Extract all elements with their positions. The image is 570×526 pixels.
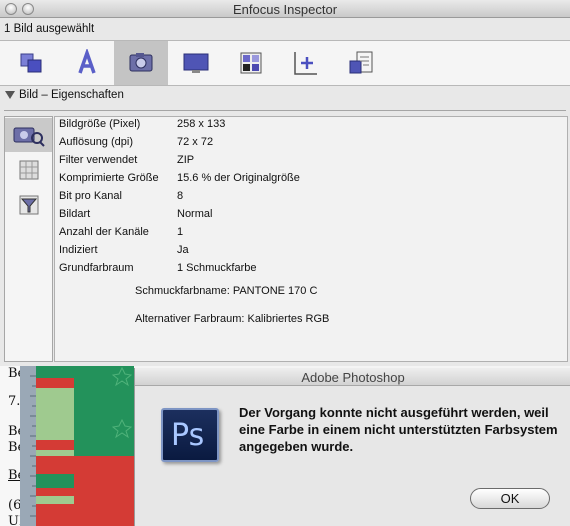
property-value: 8: [177, 190, 184, 202]
property-row: Auflösung (dpi) 72 x 72: [55, 135, 555, 153]
colors-icon: [240, 52, 262, 74]
property-row: Filter verwendet ZIP: [55, 153, 555, 171]
image-icon: [129, 53, 153, 72]
image-filter-icon: [19, 195, 38, 215]
side-tab-resolution[interactable]: [5, 153, 52, 187]
property-row: Komprimierte Größe 15.6 % der Originalgr…: [55, 171, 555, 189]
property-value: 258 x 133: [177, 118, 226, 130]
property-row: Grundfarbraum 1 Schmuckfarbe: [55, 261, 555, 279]
property-label: Auflösung (dpi): [59, 136, 133, 148]
property-row: Bildart Normal: [55, 207, 555, 225]
tab-prepress[interactable]: [334, 41, 388, 85]
document-icon: [183, 53, 209, 73]
dialog-titlebar[interactable]: Adobe Photoshop: [135, 368, 570, 386]
ruler-ticks: [30, 375, 36, 517]
tab-image[interactable]: [114, 41, 168, 85]
ok-button[interactable]: OK: [470, 488, 550, 509]
property-label: Bildart: [59, 208, 91, 220]
property-row: Bildgröße (Pixel) 258 x 133: [55, 117, 555, 135]
property-label: Grundfarbraum: [59, 262, 134, 274]
image-resolution-icon: [19, 160, 38, 180]
property-value: 1 Schmuckfarbe: [177, 262, 257, 274]
alert-dialog: Adobe Photoshop Ps Der Vorgang konnte ni…: [134, 368, 570, 526]
property-value: Ja: [177, 244, 189, 256]
property-value: 72 x 72: [177, 136, 214, 148]
position-icon: [294, 52, 317, 75]
side-tab-bar: [4, 116, 53, 362]
property-row: Indiziert Ja: [55, 243, 555, 261]
doc-line: 7.: [8, 394, 21, 409]
artwork-graphic: [36, 366, 134, 526]
dialog-message: Der Vorgang konnte nicht ausgeführt werd…: [239, 405, 558, 454]
property-value: Normal: [177, 208, 213, 220]
prepress-icon: [349, 51, 373, 74]
property-value: 15.6 % der Originalgröße: [177, 172, 300, 184]
properties-panel: Bildgröße (Pixel) 258 x 133 Auflösung (d…: [54, 116, 568, 362]
text-icon: [78, 49, 96, 74]
alternative-color-space: Alternativer Farbraum: Kalibriertes RGB: [135, 313, 330, 325]
property-label: Bildgröße (Pixel): [59, 118, 141, 130]
tab-text[interactable]: [60, 41, 114, 85]
app-icon-label: Ps: [171, 418, 205, 453]
section-header[interactable]: Bild – Eigenschaften: [0, 87, 570, 109]
tab-document[interactable]: [169, 41, 223, 85]
side-tab-properties[interactable]: [5, 118, 52, 152]
property-label: Filter verwendet: [59, 154, 138, 166]
property-value: ZIP: [177, 154, 195, 166]
side-tab-filter[interactable]: [5, 188, 52, 222]
property-value: 1: [177, 226, 184, 238]
property-label: Indiziert: [59, 244, 98, 256]
divider: [4, 110, 566, 111]
tab-objects[interactable]: [4, 41, 58, 85]
objects-icon: [20, 53, 42, 73]
image-properties-icon: [13, 127, 45, 147]
spot-color-name: Schmuckfarbname: PANTONE 170 C: [135, 285, 318, 297]
photoshop-app-icon: Ps: [161, 408, 219, 462]
property-label: Anzahl der Kanäle: [59, 226, 149, 238]
inspector-titlebar[interactable]: Enfocus Inspector: [0, 0, 570, 18]
window-title: Enfocus Inspector: [232, 2, 338, 17]
disclosure-triangle-icon[interactable]: [5, 91, 15, 99]
property-label: Komprimierte Größe: [59, 172, 159, 184]
selection-count: 1 Bild ausgewählt: [4, 23, 95, 35]
artwork-image[interactable]: [36, 366, 134, 526]
property-label: Bit pro Kanal: [59, 190, 122, 202]
section-title: Bild – Eigenschaften: [19, 89, 124, 101]
inspector-toolbar: [0, 40, 570, 86]
tab-colors[interactable]: [224, 41, 278, 85]
vertical-ruler[interactable]: [20, 366, 36, 526]
property-row: Anzahl der Kanäle 1: [55, 225, 555, 243]
property-row: Bit pro Kanal 8: [55, 189, 555, 207]
inspector-window: Enfocus Inspector 1 Bild ausgewählt Bild…: [0, 0, 570, 366]
tab-position[interactable]: [279, 41, 333, 85]
dialog-title: Adobe Photoshop: [301, 370, 405, 385]
